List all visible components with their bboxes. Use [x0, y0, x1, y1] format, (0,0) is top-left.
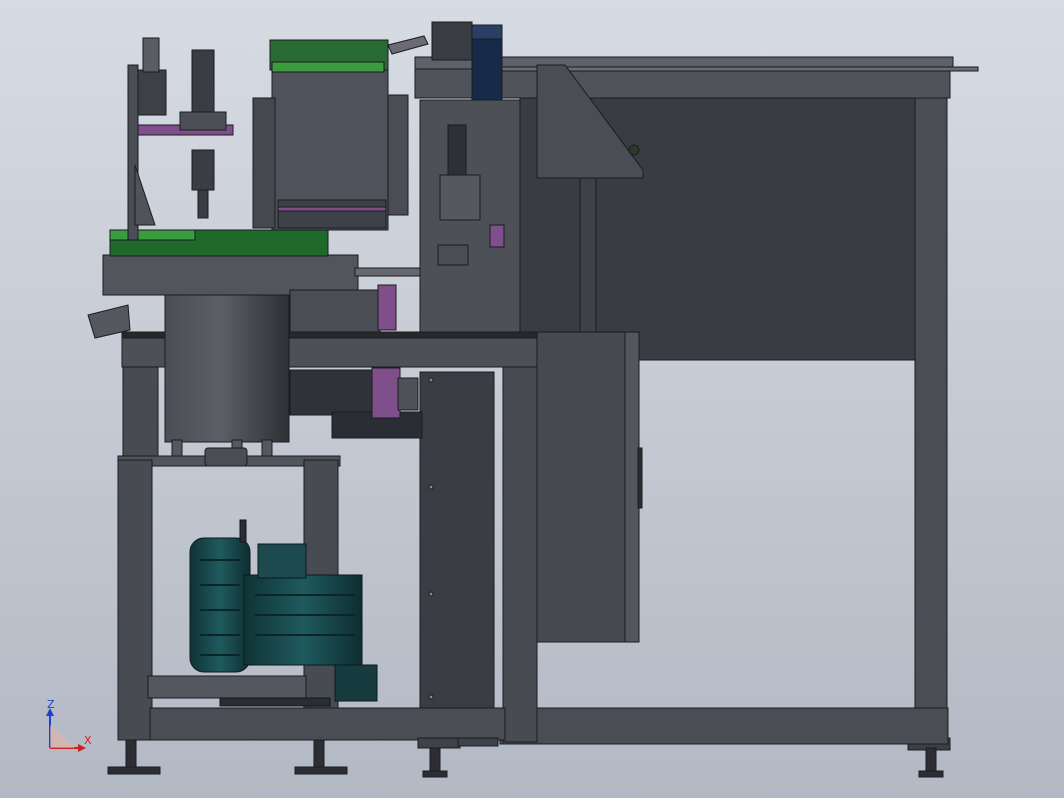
electrical-cabinet: [536, 331, 643, 643]
bracket-small: [417, 737, 461, 749]
blower-housing: [189, 537, 251, 673]
foot-2-pad: [294, 766, 348, 775]
cabinet-handle: [637, 447, 643, 509]
foot-2-post: [313, 739, 325, 769]
frame-bottom-rail: [499, 707, 949, 745]
blower-inlet: [239, 519, 247, 543]
control-column: [419, 371, 495, 709]
blower-terminal-box: [257, 543, 307, 579]
tower-cap: [142, 37, 160, 73]
servo-body: [289, 369, 376, 416]
actuator-motor-cap: [471, 24, 503, 40]
column-body: [419, 371, 495, 709]
press-nozzle: [191, 149, 215, 191]
foot-3-pad: [422, 770, 448, 778]
servo-flange: [371, 367, 401, 419]
blower-base: [219, 697, 331, 707]
machine-assembly-drawing: Z X: [0, 0, 1064, 798]
frame-right-leg: [914, 97, 948, 749]
cartridge-lower: [289, 289, 381, 333]
cartridge-side-frame: [387, 94, 409, 216]
bowl-foot-3: [261, 439, 273, 457]
blower-end-cap: [334, 664, 378, 702]
z-axis-label: Z: [47, 698, 55, 711]
bowl-green-lip: [109, 229, 196, 241]
column-screw-2: [428, 484, 434, 490]
press-tip: [197, 189, 209, 219]
press-block: [179, 111, 227, 131]
table-leg-left: [122, 366, 159, 458]
column-screw-3: [428, 591, 434, 597]
cartridge-pins: [277, 199, 387, 229]
blower-motor: [243, 574, 363, 666]
table-leg-mid: [502, 366, 538, 743]
conveyor-rail: [499, 66, 979, 72]
bowl-foot-1: [171, 439, 183, 457]
actuator-foot: [437, 244, 469, 266]
cad-viewport: Z X: [0, 0, 1064, 798]
cartridge-top-strip: [271, 61, 385, 73]
tower-cylinder: [137, 69, 167, 116]
stand-leg-left: [117, 459, 153, 741]
cartridge-pin-bar: [277, 206, 387, 212]
cabinet-door: [624, 331, 640, 643]
actuator-purple: [489, 224, 505, 248]
cabinet-body: [536, 331, 628, 643]
bowl-base-cylinder: [164, 289, 290, 443]
bowl-rim: [102, 254, 359, 296]
cartridge-back-plate: [252, 97, 276, 229]
press-rod-upper: [191, 49, 215, 116]
column-screw-4: [428, 694, 434, 700]
bracket-small-2: [457, 737, 499, 747]
foot-4-pad: [918, 770, 944, 778]
actuator-rod: [447, 124, 467, 176]
indicator-light: [628, 144, 640, 156]
stand-bottom-rail: [149, 707, 506, 741]
foot-1-pad: [107, 766, 161, 775]
column-screw-1: [428, 377, 434, 383]
stand-shelf: [147, 675, 307, 699]
servo-shaft: [397, 377, 419, 411]
cartridge-purple-block: [377, 284, 397, 331]
hood-post: [579, 177, 597, 333]
foot-4-post: [925, 747, 937, 773]
foot-1-post: [125, 739, 137, 769]
bowl-clamp: [204, 447, 248, 467]
actuator-block: [439, 174, 481, 221]
x-axis-label: X: [84, 734, 92, 747]
actuator-box: [431, 21, 473, 61]
